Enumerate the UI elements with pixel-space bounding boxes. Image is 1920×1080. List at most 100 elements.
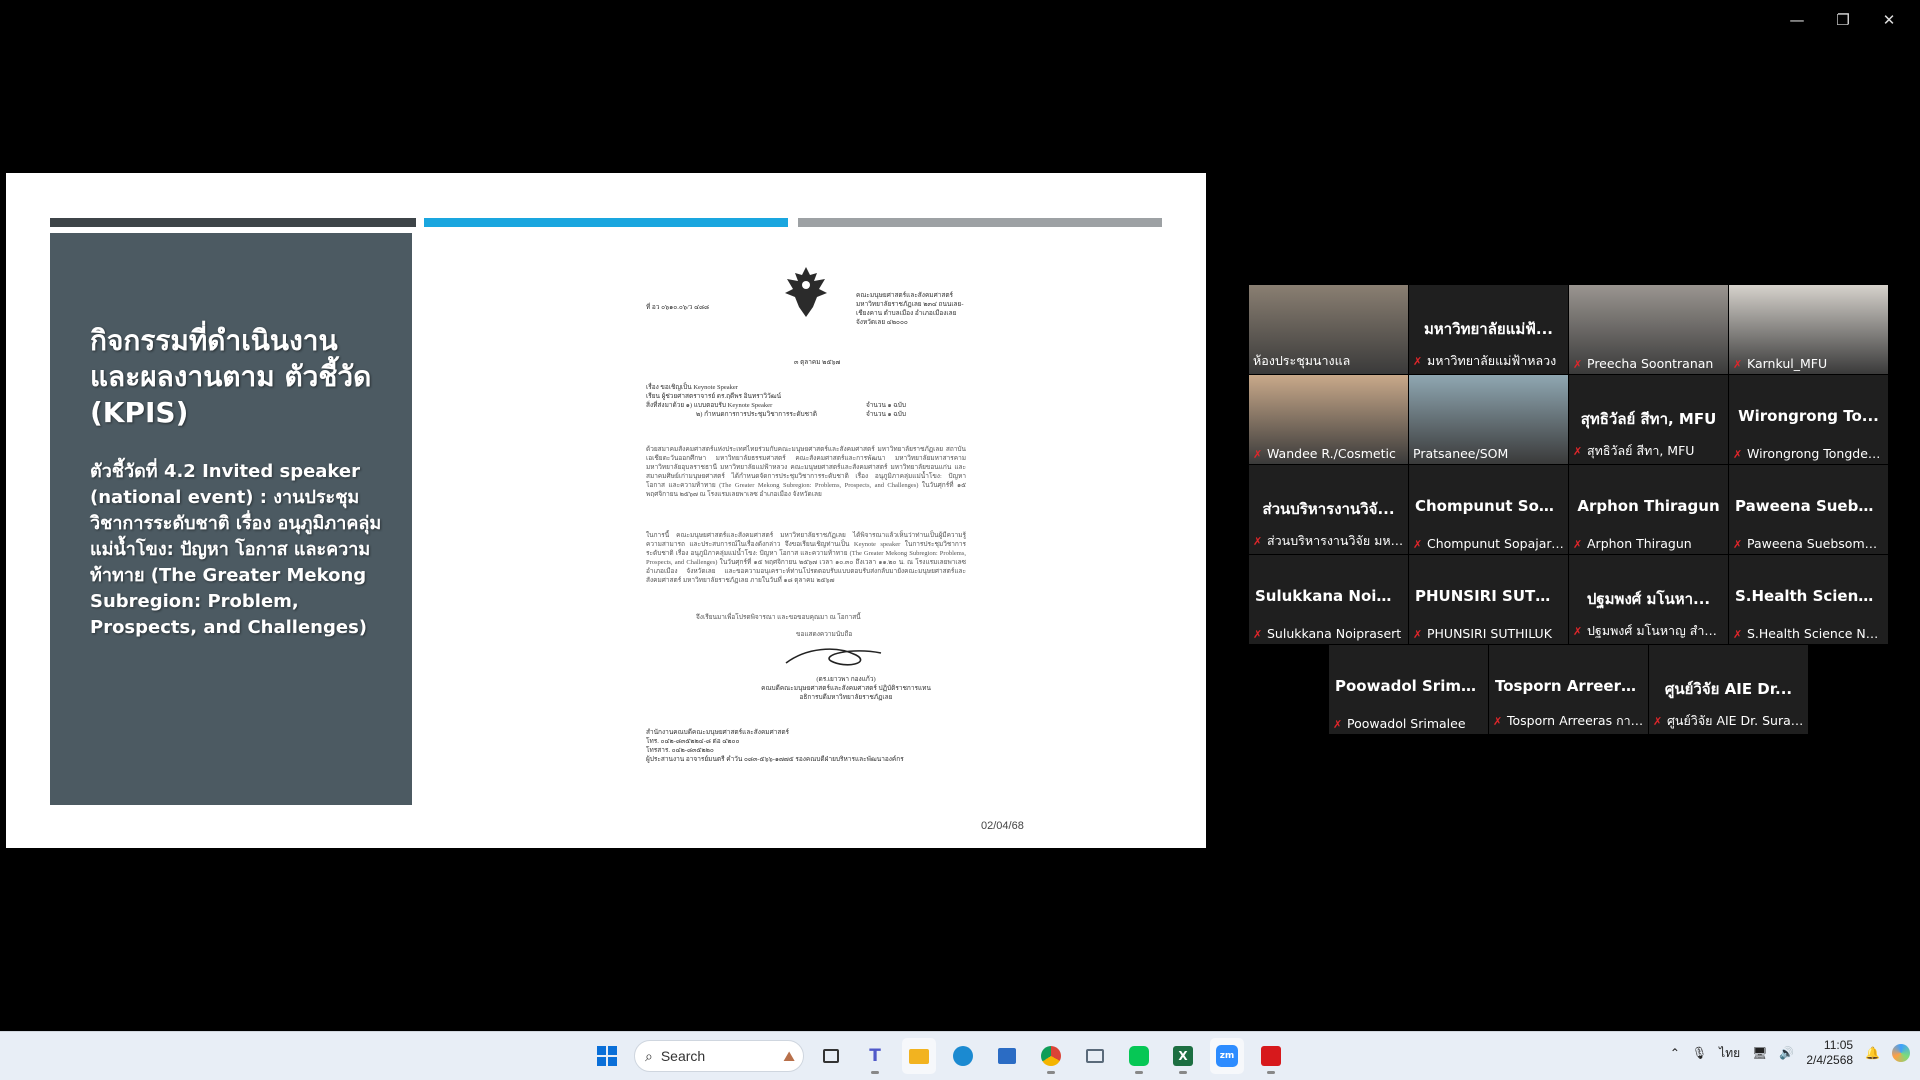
- muted-mic-icon: ✗: [1413, 538, 1423, 551]
- participant-tile[interactable]: ส่วนบริหารงานวิจั... ✗ ส่วนบริหารงานวิจัย …: [1249, 465, 1408, 554]
- enclosure-row-1: สิ่งที่ส่งมาด้วย ๑) แบบตอบรับ Keynote Sp…: [646, 401, 906, 410]
- signer-title-2: อธิการบดีมหาวิทยาลัยราชภัฏเลย: [799, 694, 893, 701]
- participant-tile[interactable]: Chompunut Sop... ✗ Chompunut Sopajaree: [1409, 465, 1568, 554]
- minimize-button[interactable]: —: [1774, 8, 1820, 32]
- participant-display-name: Paweena Suebs...: [1735, 497, 1885, 515]
- participant-name-label: ✗ Wandee R./Cosmetic: [1253, 446, 1405, 461]
- participant-tile[interactable]: PHUNSIRI SUTH... ✗ PHUNSIRI SUTHILUK: [1409, 555, 1568, 644]
- letter-address: คณะมนุษยศาสตร์และสังคมศาสตร์ มหาวิทยาลัย…: [856, 292, 964, 326]
- taskbar-clock[interactable]: 11:05 2/4/2568: [1806, 1038, 1853, 1068]
- participant-name-label: ✗ มหาวิทยาลัยแม่ฟ้าหลวง: [1413, 351, 1565, 371]
- participant-name-label: ✗ ปฐมพงศ์ มโนหาญ สำนัก...: [1573, 621, 1725, 641]
- edge-icon[interactable]: [946, 1038, 980, 1074]
- participant-tile[interactable]: ✗ Wandee R./Cosmetic: [1249, 375, 1408, 464]
- participant-name: ศูนย์วิจัย AIE Dr. Surap...: [1667, 713, 1805, 728]
- chrome-icon[interactable]: [1034, 1038, 1068, 1074]
- slide-accent-bar-blue: [424, 218, 788, 227]
- participant-tile[interactable]: ✗ Preecha Soontranan: [1569, 285, 1728, 374]
- slide-body: ตัวชี้วัดที่ 4.2 Invited speaker (nation…: [90, 461, 382, 638]
- enclosure-row-2: ๒) กำหนดการการประชุมวิชาการระดับชาติ จำน…: [646, 410, 906, 419]
- muted-mic-icon: ✗: [1733, 448, 1743, 461]
- network-icon[interactable]: 🖥: [1752, 1046, 1767, 1060]
- clock-date: 2/4/2568: [1806, 1053, 1854, 1067]
- letter-copies-2: จำนวน ๑ ฉบับ: [865, 411, 906, 418]
- acrobat-icon[interactable]: [1254, 1038, 1288, 1074]
- shared-screen-slide: กิจกรรมที่ดำเนินงาน และผลงานตาม ตัวชี้วั…: [6, 173, 1206, 848]
- participant-name: Wirongrong Tongdee...: [1747, 446, 1885, 461]
- participant-name-label: ✗ Arphon Thiragun: [1573, 536, 1725, 551]
- participant-tile[interactable]: สุทธิวัลย์ สีทา, MFU ✗ สุทธิวัลย์ สีทา, MF…: [1569, 375, 1728, 464]
- participant-tile[interactable]: มหาวิทยาลัยแม่ฟ้... ✗ มหาวิทยาลัยแม่ฟ้าหลว…: [1409, 285, 1568, 374]
- participant-name: Karnkul_MFU: [1747, 356, 1828, 371]
- taskbar-search-box[interactable]: ⌕ Search ⛰: [634, 1040, 804, 1072]
- participant-tile[interactable]: ปฐมพงศ์ มโนหา... ✗ ปฐมพงศ์ มโนหาญ สำนัก...: [1569, 555, 1728, 644]
- participant-name: Pratsanee/SOM: [1413, 446, 1509, 461]
- participant-name-label: ✗ สุทธิวัลย์ สีทา, MFU: [1573, 441, 1725, 461]
- slide-left-panel: กิจกรรมที่ดำเนินงาน และผลงานตาม ตัวชี้วั…: [50, 233, 412, 805]
- participant-tile[interactable]: Paweena Suebs... ✗ Paweena Suebsombut: [1729, 465, 1888, 554]
- taskbar-apps: ⌕ Search ⛰ T X zm: [590, 1038, 1288, 1074]
- participant-tile[interactable]: ห้องประชุมนางแล: [1249, 285, 1408, 374]
- start-icon[interactable]: [590, 1038, 624, 1074]
- participant-name: Preecha Soontranan: [1587, 356, 1714, 371]
- participant-name-label: ✗ Tosporn Arreeras การ...: [1493, 711, 1645, 731]
- participant-name-label: ✗ Wirongrong Tongdee...: [1733, 446, 1885, 461]
- restore-button[interactable]: ❐: [1820, 8, 1866, 32]
- participant-display-name: Poowadol Srima...: [1335, 677, 1488, 695]
- participant-tile[interactable]: Wirongrong To... ✗ Wirongrong Tongdee...: [1729, 375, 1888, 464]
- participant-name-label: ✗ Chompunut Sopajaree: [1413, 536, 1565, 551]
- muted-mic-icon: ✗: [1253, 448, 1263, 461]
- participant-display-name: สุทธิวัลย์ สีทา, MFU: [1580, 410, 1717, 428]
- language-indicator[interactable]: ไทย: [1719, 1044, 1740, 1063]
- letter-footer-2: โทร. ๐๔๒-๘๓๕๒๒๔-๘ ต่อ ๔๒๐๐: [646, 738, 740, 745]
- participant-tile[interactable]: Pratsanee/SOM: [1409, 375, 1568, 464]
- store-icon[interactable]: [990, 1038, 1024, 1074]
- participant-tile[interactable]: ศูนย์วิจัย AIE Dr... ✗ ศูนย์วิจัย AIE Dr. …: [1649, 645, 1808, 734]
- participant-name-label: ✗ ส่วนบริหารงานวิจัย มหาวิ...: [1253, 531, 1405, 551]
- participant-name: ส่วนบริหารงานวิจัย มหาวิ...: [1267, 533, 1405, 548]
- participant-name: Arphon Thiragun: [1587, 536, 1692, 551]
- participant-tile[interactable]: Poowadol Srima... ✗ Poowadol Srimalee: [1329, 645, 1488, 734]
- teams-icon[interactable]: T: [858, 1038, 892, 1074]
- participant-name-label: ✗ ศูนย์วิจัย AIE Dr. Surap...: [1653, 711, 1805, 731]
- letter-header-block: เรื่อง ขอเชิญเป็น Keynote Speaker เรียน …: [646, 383, 966, 419]
- letter-paragraph-1: ด้วยสมาคมสังคมศาสตร์แห่งประเทศไทยร่วมกับ…: [646, 446, 966, 498]
- participant-tile[interactable]: ✗ Karnkul_MFU: [1729, 285, 1888, 374]
- participant-tile[interactable]: Arphon Thiragun ✗ Arphon Thiragun: [1569, 465, 1728, 554]
- file-explorer-icon[interactable]: [902, 1038, 936, 1074]
- excel-icon[interactable]: X: [1166, 1038, 1200, 1074]
- gallery-icon[interactable]: [1078, 1038, 1112, 1074]
- letter-to: เรียน ผู้ช่วยศาสตราจารย์ ดร.ฤดีพร อินทรา…: [646, 393, 782, 400]
- search-icon: ⌕: [645, 1047, 653, 1064]
- participant-display-name: Chompunut Sop...: [1415, 497, 1567, 515]
- letter-subject: เรื่อง ขอเชิญเป็น Keynote Speaker: [646, 384, 738, 391]
- slide-accent-bar-gray: [798, 218, 1162, 227]
- slide-title: กิจกรรมที่ดำเนินงาน และผลงานตาม ตัวชี้วั…: [90, 324, 372, 429]
- participant-display-name: S.Health Science...: [1735, 587, 1888, 605]
- close-button[interactable]: ✕: [1866, 8, 1912, 32]
- search-highlight-icon: ⛰: [783, 1047, 795, 1064]
- participant-display-name: Tosporn Arreera...: [1495, 677, 1648, 695]
- windows-taskbar: ⌕ Search ⛰ T X zm ⌃ 🎙 ไทย 🖥 🔊 11:05 2/4/…: [0, 1031, 1920, 1080]
- participant-name: S.Health Science Nah...: [1747, 626, 1885, 641]
- volume-icon[interactable]: 🔊: [1779, 1046, 1794, 1060]
- search-placeholder: Search: [660, 1048, 706, 1064]
- system-tray: ⌃ 🎙 ไทย 🖥 🔊 11:05 2/4/2568 🔔: [1670, 1038, 1910, 1068]
- microphone-icon[interactable]: 🎙: [1692, 1046, 1707, 1060]
- notification-bell-icon[interactable]: 🔔: [1865, 1046, 1880, 1060]
- copilot-icon[interactable]: [1892, 1044, 1910, 1062]
- task-view-icon[interactable]: [814, 1038, 848, 1074]
- participant-name-label: ✗ S.Health Science Nah...: [1733, 626, 1885, 641]
- muted-mic-icon: ✗: [1733, 358, 1743, 371]
- muted-mic-icon: ✗: [1333, 718, 1343, 731]
- participant-display-name: Sulukkana Noip...: [1255, 587, 1405, 605]
- muted-mic-icon: ✗: [1573, 358, 1583, 371]
- participant-tile[interactable]: Sulukkana Noip... ✗ Sulukkana Noiprasert: [1249, 555, 1408, 644]
- line-icon[interactable]: [1122, 1038, 1156, 1074]
- zoom-icon[interactable]: zm: [1210, 1038, 1244, 1074]
- participant-name: Chompunut Sopajaree: [1427, 536, 1565, 551]
- participant-tile[interactable]: Tosporn Arreera... ✗ Tosporn Arreeras การ.…: [1489, 645, 1648, 734]
- letter-footer-1: สำนักงานคณบดีคณะมนุษยศาสตร์และสังคมศาสตร…: [646, 729, 790, 736]
- participant-tile[interactable]: S.Health Science... ✗ S.Health Science Nah…: [1729, 555, 1888, 644]
- show-hidden-icons-icon[interactable]: ⌃: [1670, 1046, 1680, 1060]
